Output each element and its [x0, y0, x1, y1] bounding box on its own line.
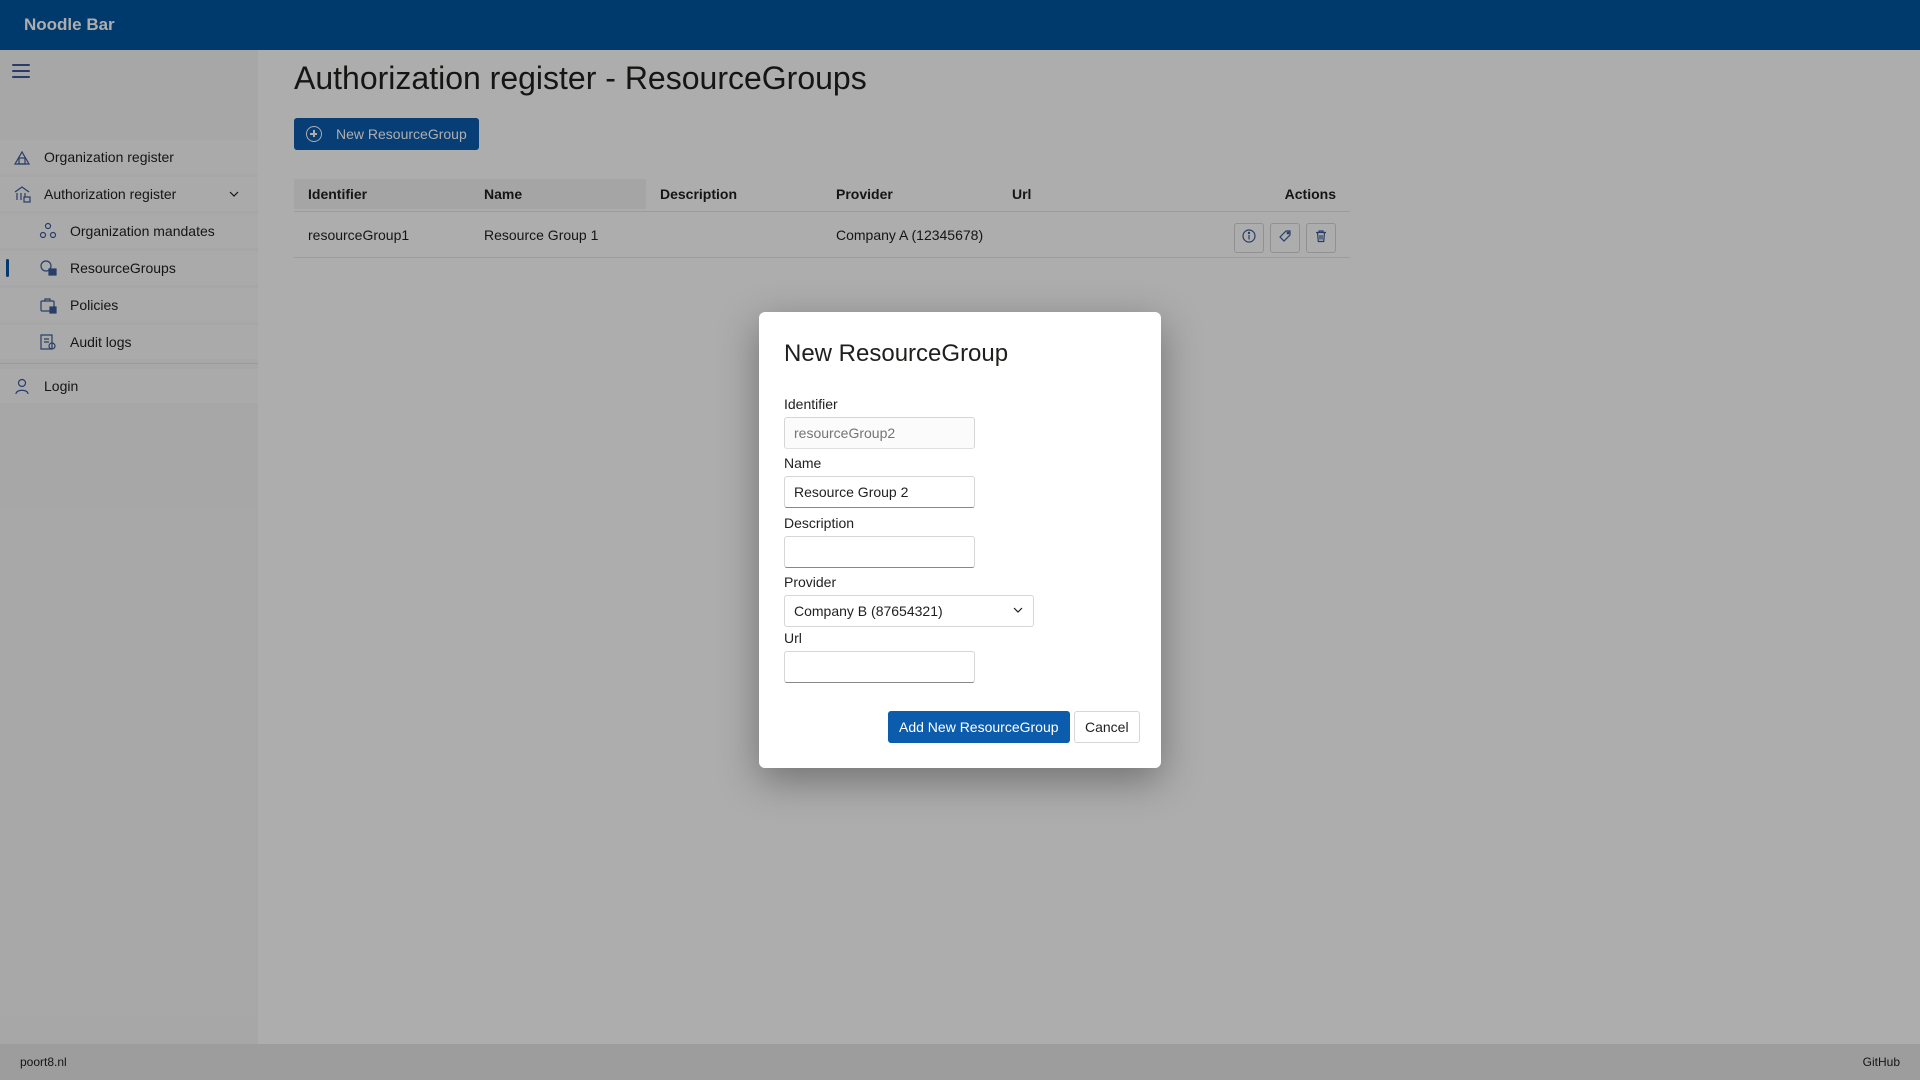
description-label: Description: [784, 515, 855, 531]
identifier-input[interactable]: [784, 417, 975, 449]
name-label: Name: [784, 455, 822, 471]
chevron-down-icon: [1012, 603, 1024, 619]
new-resourcegroup-dialog: New ResourceGroup Identifier Name Descri…: [759, 312, 1161, 768]
cancel-button[interactable]: Cancel: [1074, 711, 1140, 743]
provider-selected-value: Company B (87654321): [794, 603, 943, 619]
identifier-label: Identifier: [784, 396, 838, 412]
add-resourcegroup-button[interactable]: Add New ResourceGroup: [888, 711, 1070, 743]
url-label: Url: [784, 630, 802, 646]
provider-label: Provider: [784, 574, 837, 590]
description-input[interactable]: [784, 536, 975, 568]
name-input[interactable]: [784, 476, 975, 508]
provider-select[interactable]: Company B (87654321): [784, 595, 1034, 627]
dialog-title: New ResourceGroup: [784, 340, 1009, 367]
url-input[interactable]: [784, 651, 975, 683]
